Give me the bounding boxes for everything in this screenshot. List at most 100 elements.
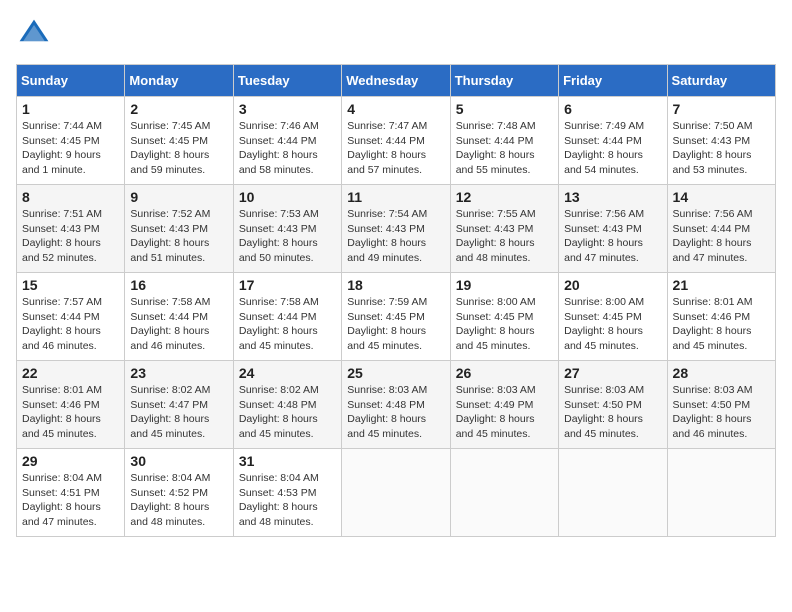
calendar-cell: 27 Sunrise: 8:03 AMSunset: 4:50 PMDayligh… [559, 361, 667, 449]
day-info: Sunrise: 7:45 AMSunset: 4:45 PMDaylight:… [130, 120, 210, 176]
day-number: 14 [673, 189, 770, 205]
calendar-cell [342, 449, 450, 537]
day-info: Sunrise: 7:51 AMSunset: 4:43 PMDaylight:… [22, 208, 102, 264]
day-number: 5 [456, 101, 553, 117]
day-info: Sunrise: 7:56 AMSunset: 4:43 PMDaylight:… [564, 208, 644, 264]
day-number: 13 [564, 189, 661, 205]
weekday-header-sunday: Sunday [17, 65, 125, 97]
day-info: Sunrise: 8:01 AMSunset: 4:46 PMDaylight:… [673, 296, 753, 352]
day-info: Sunrise: 8:04 AMSunset: 4:51 PMDaylight:… [22, 472, 102, 528]
day-number: 22 [22, 365, 119, 381]
day-number: 2 [130, 101, 227, 117]
calendar-cell: 19 Sunrise: 8:00 AMSunset: 4:45 PMDayligh… [450, 273, 558, 361]
day-number: 10 [239, 189, 336, 205]
day-info: Sunrise: 7:48 AMSunset: 4:44 PMDaylight:… [456, 120, 536, 176]
day-info: Sunrise: 7:53 AMSunset: 4:43 PMDaylight:… [239, 208, 319, 264]
day-number: 28 [673, 365, 770, 381]
calendar-cell: 23 Sunrise: 8:02 AMSunset: 4:47 PMDayligh… [125, 361, 233, 449]
calendar-cell: 25 Sunrise: 8:03 AMSunset: 4:48 PMDayligh… [342, 361, 450, 449]
day-info: Sunrise: 7:57 AMSunset: 4:44 PMDaylight:… [22, 296, 102, 352]
day-number: 31 [239, 453, 336, 469]
calendar-table: SundayMondayTuesdayWednesdayThursdayFrid… [16, 64, 776, 537]
calendar-cell: 13 Sunrise: 7:56 AMSunset: 4:43 PMDayligh… [559, 185, 667, 273]
calendar-cell: 3 Sunrise: 7:46 AMSunset: 4:44 PMDaylight… [233, 97, 341, 185]
day-number: 3 [239, 101, 336, 117]
day-number: 21 [673, 277, 770, 293]
day-info: Sunrise: 7:59 AMSunset: 4:45 PMDaylight:… [347, 296, 427, 352]
day-number: 1 [22, 101, 119, 117]
weekday-header-tuesday: Tuesday [233, 65, 341, 97]
calendar-cell: 4 Sunrise: 7:47 AMSunset: 4:44 PMDaylight… [342, 97, 450, 185]
day-number: 29 [22, 453, 119, 469]
calendar-cell: 2 Sunrise: 7:45 AMSunset: 4:45 PMDaylight… [125, 97, 233, 185]
calendar-cell: 21 Sunrise: 8:01 AMSunset: 4:46 PMDayligh… [667, 273, 775, 361]
calendar-cell: 12Sunrise: 7:55 AMSunset: 4:43 PMDayligh… [450, 185, 558, 273]
weekday-header-friday: Friday [559, 65, 667, 97]
weekday-header-monday: Monday [125, 65, 233, 97]
day-number: 9 [130, 189, 227, 205]
calendar-cell: 1 Sunrise: 7:44 AMSunset: 4:45 PMDaylight… [17, 97, 125, 185]
calendar-cell: 17Sunrise: 7:58 AMSunset: 4:44 PMDayligh… [233, 273, 341, 361]
calendar-cell [450, 449, 558, 537]
day-number: 11 [347, 189, 444, 205]
day-number: 15 [22, 277, 119, 293]
day-number: 20 [564, 277, 661, 293]
day-info: Sunrise: 8:03 AMSunset: 4:49 PMDaylight:… [456, 384, 536, 440]
weekday-header-wednesday: Wednesday [342, 65, 450, 97]
day-info: Sunrise: 8:04 AMSunset: 4:52 PMDaylight:… [130, 472, 210, 528]
day-info: Sunrise: 8:03 AMSunset: 4:50 PMDaylight:… [564, 384, 644, 440]
day-number: 6 [564, 101, 661, 117]
weekday-header-thursday: Thursday [450, 65, 558, 97]
day-info: Sunrise: 7:49 AMSunset: 4:44 PMDaylight:… [564, 120, 644, 176]
day-info: Sunrise: 8:00 AMSunset: 4:45 PMDaylight:… [564, 296, 644, 352]
day-number: 26 [456, 365, 553, 381]
day-info: Sunrise: 7:46 AMSunset: 4:44 PMDaylight:… [239, 120, 319, 176]
day-info: Sunrise: 8:02 AMSunset: 4:47 PMDaylight:… [130, 384, 210, 440]
day-number: 30 [130, 453, 227, 469]
day-info: Sunrise: 8:00 AMSunset: 4:45 PMDaylight:… [456, 296, 536, 352]
day-number: 16 [130, 277, 227, 293]
day-number: 8 [22, 189, 119, 205]
logo [16, 16, 58, 52]
day-number: 4 [347, 101, 444, 117]
day-info: Sunrise: 7:50 AMSunset: 4:43 PMDaylight:… [673, 120, 753, 176]
day-info: Sunrise: 7:44 AMSunset: 4:45 PMDaylight:… [22, 120, 102, 176]
day-info: Sunrise: 7:52 AMSunset: 4:43 PMDaylight:… [130, 208, 210, 264]
day-info: Sunrise: 7:56 AMSunset: 4:44 PMDaylight:… [673, 208, 753, 264]
calendar-cell: 5 Sunrise: 7:48 AMSunset: 4:44 PMDaylight… [450, 97, 558, 185]
calendar-cell: 22 Sunrise: 8:01 AMSunset: 4:46 PMDayligh… [17, 361, 125, 449]
day-number: 23 [130, 365, 227, 381]
day-info: Sunrise: 8:04 AMSunset: 4:53 PMDaylight:… [239, 472, 319, 528]
calendar-cell: 10 Sunrise: 7:53 AMSunset: 4:43 PMDayligh… [233, 185, 341, 273]
calendar-cell [667, 449, 775, 537]
day-info: Sunrise: 8:03 AMSunset: 4:48 PMDaylight:… [347, 384, 427, 440]
logo-icon [16, 16, 52, 52]
day-info: Sunrise: 7:47 AMSunset: 4:44 PMDaylight:… [347, 120, 427, 176]
calendar-cell: 18 Sunrise: 7:59 AMSunset: 4:45 PMDayligh… [342, 273, 450, 361]
day-number: 17 [239, 277, 336, 293]
day-number: 27 [564, 365, 661, 381]
day-number: 18 [347, 277, 444, 293]
weekday-header-saturday: Saturday [667, 65, 775, 97]
day-number: 24 [239, 365, 336, 381]
calendar-cell: 7 Sunrise: 7:50 AMSunset: 4:43 PMDaylight… [667, 97, 775, 185]
day-number: 19 [456, 277, 553, 293]
calendar-cell: 11 Sunrise: 7:54 AMSunset: 4:43 PMDayligh… [342, 185, 450, 273]
calendar-cell: 6 Sunrise: 7:49 AMSunset: 4:44 PMDaylight… [559, 97, 667, 185]
day-info: Sunrise: 8:01 AMSunset: 4:46 PMDaylight:… [22, 384, 102, 440]
calendar-cell [559, 449, 667, 537]
day-info: Sunrise: 8:02 AMSunset: 4:48 PMDaylight:… [239, 384, 319, 440]
calendar-cell: 8 Sunrise: 7:51 AMSunset: 4:43 PMDaylight… [17, 185, 125, 273]
day-info: Sunrise: 8:03 AMSunset: 4:50 PMDaylight:… [673, 384, 753, 440]
day-info: Sunrise: 7:54 AMSunset: 4:43 PMDaylight:… [347, 208, 427, 264]
day-number: 7 [673, 101, 770, 117]
calendar-cell: 26 Sunrise: 8:03 AMSunset: 4:49 PMDayligh… [450, 361, 558, 449]
calendar-cell: 14 Sunrise: 7:56 AMSunset: 4:44 PMDayligh… [667, 185, 775, 273]
calendar-cell: 24 Sunrise: 8:02 AMSunset: 4:48 PMDayligh… [233, 361, 341, 449]
day-number: 12 [456, 189, 553, 205]
calendar-cell: 20 Sunrise: 8:00 AMSunset: 4:45 PMDayligh… [559, 273, 667, 361]
calendar-cell: 28 Sunrise: 8:03 AMSunset: 4:50 PMDayligh… [667, 361, 775, 449]
day-number: 25 [347, 365, 444, 381]
calendar-cell: 15 Sunrise: 7:57 AMSunset: 4:44 PMDayligh… [17, 273, 125, 361]
calendar-cell: 30 Sunrise: 8:04 AMSunset: 4:52 PMDayligh… [125, 449, 233, 537]
